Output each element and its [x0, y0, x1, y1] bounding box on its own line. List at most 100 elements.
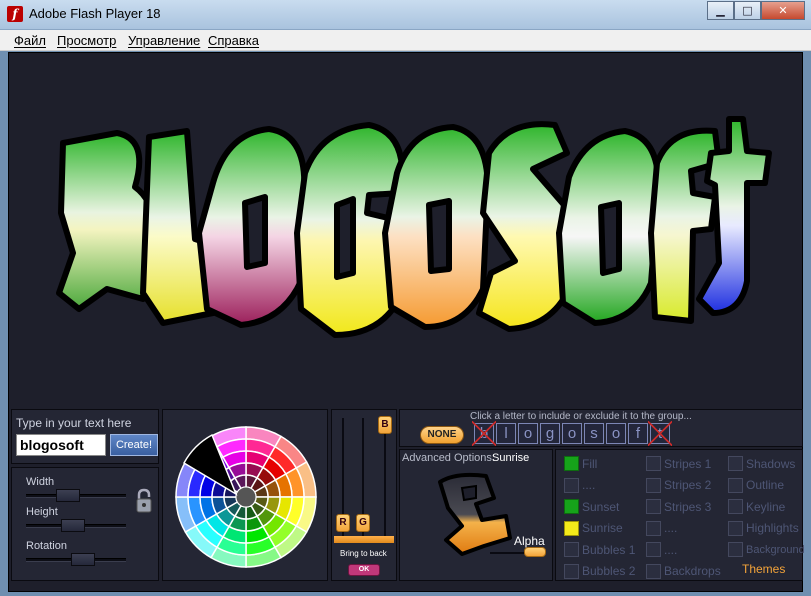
r-slider-handle[interactable]: R: [336, 514, 350, 532]
rgb-panel: R G B Bring to back OK: [331, 409, 397, 581]
option-checkbox[interactable]: [564, 520, 579, 536]
g-slider-handle[interactable]: G: [356, 514, 370, 532]
rotation-slider-thumb[interactable]: [71, 553, 95, 566]
option-checkbox[interactable]: [728, 520, 743, 536]
option-col2-2[interactable]: Stripes 2: [646, 477, 711, 494]
option-col1-1[interactable]: Fill: [564, 455, 597, 472]
option-checkbox[interactable]: [564, 563, 579, 579]
graffiti-preview: [56, 116, 772, 338]
option-col1-5[interactable]: Bubbles 1: [564, 541, 635, 558]
option-label: Bubbles 1: [582, 542, 636, 557]
letter-toggle-2[interactable]: l: [496, 423, 516, 444]
option-col1-2[interactable]: ....: [564, 477, 595, 494]
width-label: Width: [26, 476, 55, 488]
option-checkbox[interactable]: [646, 499, 661, 514]
option-checkbox[interactable]: [646, 542, 661, 557]
alpha-label: Alpha: [514, 534, 545, 548]
menu-help[interactable]: Справка: [208, 33, 259, 48]
bring-to-back-label: Bring to back: [340, 549, 387, 558]
text-input-label: Type in your text here: [16, 416, 132, 430]
option-label: Backdrops: [664, 564, 721, 578]
menu-bar: Файл Просмотр Управление Справка: [0, 30, 811, 51]
width-slider-thumb[interactable]: [56, 489, 80, 502]
option-col2-4[interactable]: ....: [646, 520, 677, 537]
letter-toggle-3[interactable]: o: [518, 423, 538, 444]
option-label: Shadows: [746, 456, 796, 471]
letter-toggle-7[interactable]: o: [606, 423, 626, 444]
b-slider-handle[interactable]: B: [378, 416, 392, 434]
letter-toggle-1[interactable]: b: [472, 421, 496, 446]
option-col3-1[interactable]: Shadows: [728, 455, 795, 472]
color-wheel-center[interactable]: [235, 486, 257, 508]
option-checkbox[interactable]: [646, 520, 661, 536]
height-label: Height: [26, 506, 58, 518]
option-checkbox[interactable]: [646, 456, 661, 471]
option-col2-6[interactable]: Backdrops: [646, 563, 721, 580]
letter-toggle-8[interactable]: f: [628, 423, 648, 444]
option-checkbox[interactable]: [564, 499, 579, 514]
option-col3-2[interactable]: Outline: [728, 477, 784, 494]
option-checkbox[interactable]: [646, 563, 661, 579]
option-label: Sunset: [582, 499, 620, 514]
none-button[interactable]: NONE: [420, 426, 464, 444]
option-checkbox[interactable]: [564, 456, 579, 471]
menu-view[interactable]: Просмотр: [57, 33, 116, 48]
close-button[interactable]: ✕: [761, 1, 805, 20]
option-checkbox[interactable]: [728, 499, 743, 514]
option-label: Stripes 3: [664, 499, 712, 514]
option-col1-3[interactable]: Sunset: [564, 498, 619, 515]
ok-button[interactable]: OK: [348, 564, 380, 576]
text-panel: Type in your text here blogosoft Create!: [11, 409, 159, 464]
create-button[interactable]: Create!: [110, 434, 158, 456]
letter-toggle-9[interactable]: t: [648, 421, 672, 446]
color-preview-bar: [334, 536, 394, 543]
window-title: Adobe Flash Player 18: [29, 6, 161, 21]
option-label: ....: [664, 542, 678, 557]
minimize-button[interactable]: ▁: [707, 1, 734, 20]
option-label: Fill: [582, 456, 598, 471]
option-col2-1[interactable]: Stripes 1: [646, 455, 711, 472]
option-col3-3[interactable]: Keyline: [728, 498, 785, 515]
graffiti-letter-b: [56, 130, 156, 312]
letter-toggle-5[interactable]: o: [562, 423, 582, 444]
letter-toggle-6[interactable]: s: [584, 423, 604, 444]
option-label: Highlights: [746, 521, 799, 535]
color-wheel-panel: [162, 409, 328, 581]
menu-control[interactable]: Управление: [128, 33, 200, 48]
option-col2-3[interactable]: Stripes 3: [646, 498, 711, 515]
title-bar[interactable]: f Adobe Flash Player 18 ▁ □ ✕: [0, 0, 811, 30]
size-panel: Width Height Rotation: [11, 467, 159, 581]
options-panel: Fill.... Sunset Sunrise Bubbles 1 Bubbles 2 …: [555, 449, 805, 581]
option-label: Bubbles 2: [582, 564, 636, 578]
option-label: Background: [746, 543, 805, 556]
option-checkbox[interactable]: [564, 542, 579, 557]
option-col2-5[interactable]: ....: [646, 541, 677, 558]
option-checkbox[interactable]: [728, 542, 743, 557]
text-input[interactable]: blogosoft: [16, 434, 106, 456]
option-label: Sunrise: [582, 521, 623, 535]
option-col3-4[interactable]: Highlights: [728, 520, 799, 537]
option-label: Keyline: [746, 499, 786, 514]
option-col3-5[interactable]: Background: [728, 541, 805, 558]
height-slider-thumb[interactable]: [61, 519, 85, 532]
flash-app-icon: f: [7, 6, 23, 22]
option-col1-4[interactable]: Sunrise: [564, 520, 623, 537]
maximize-button[interactable]: □: [734, 1, 761, 20]
advanced-panel: Advanced Options: Sunrise Alpha: [399, 449, 553, 581]
lock-icon[interactable]: [134, 488, 154, 514]
option-col1-6[interactable]: Bubbles 2: [564, 563, 635, 580]
advanced-value: Sunrise: [492, 452, 530, 464]
alpha-slider-thumb[interactable]: [524, 547, 546, 557]
letter-preview: [438, 472, 512, 556]
menu-file[interactable]: Файл: [14, 33, 46, 48]
option-label: Outline: [746, 478, 785, 492]
themes-link[interactable]: Themes: [742, 562, 785, 576]
letter-toggle-4[interactable]: g: [540, 423, 560, 444]
option-checkbox[interactable]: [728, 477, 743, 493]
graffiti-letter-o2: [382, 124, 491, 330]
letters-panel: Click a letter to include or exclude it …: [399, 409, 803, 447]
option-checkbox[interactable]: [646, 477, 661, 493]
option-checkbox[interactable]: [564, 477, 579, 493]
color-wheel[interactable]: [171, 422, 321, 572]
option-checkbox[interactable]: [728, 456, 743, 471]
